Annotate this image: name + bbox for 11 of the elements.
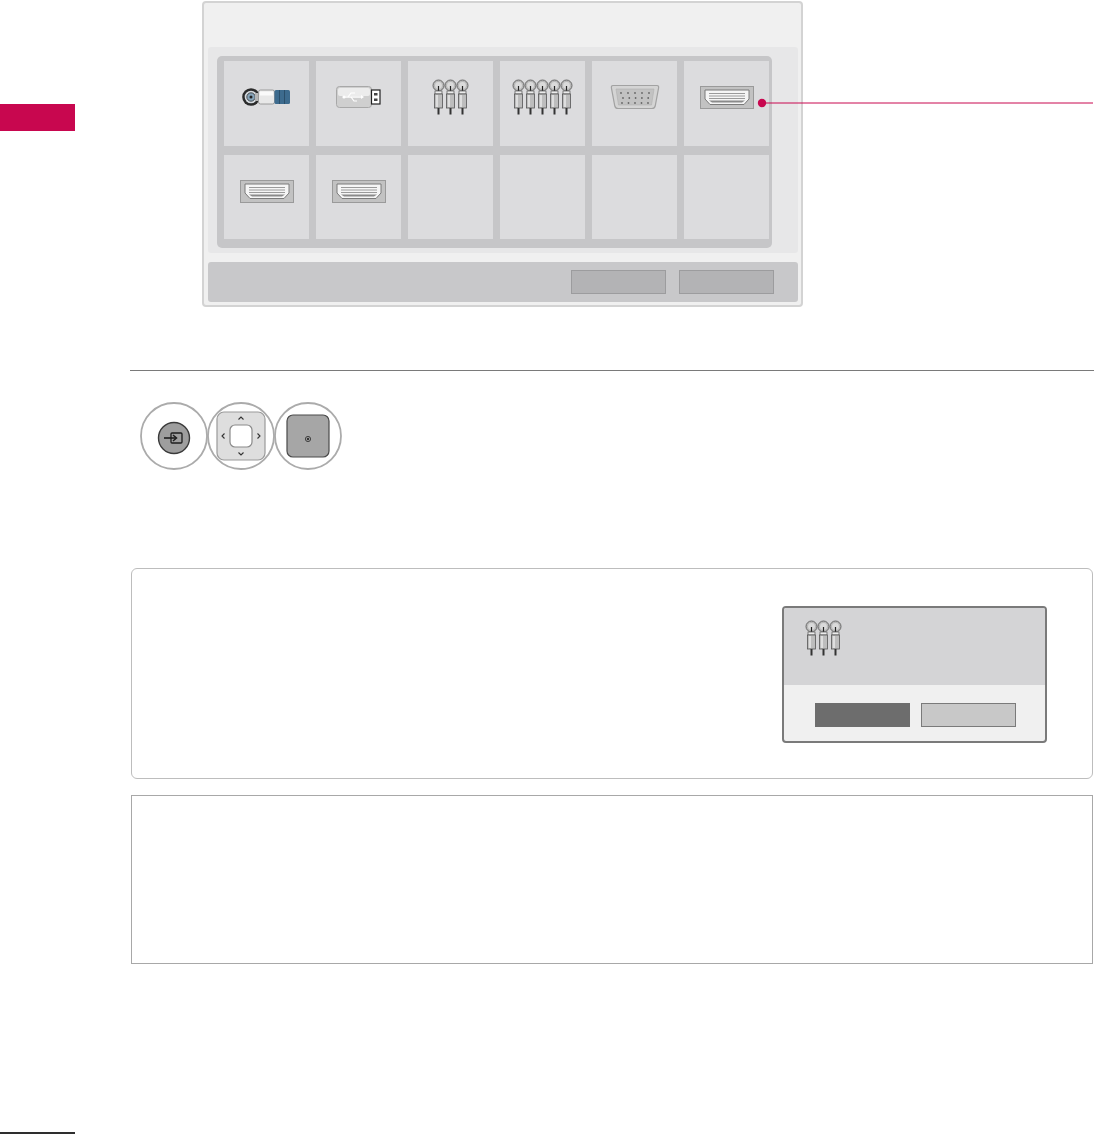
input-tile[interactable] [592,61,677,146]
input-tile[interactable] [316,155,401,239]
input-tile[interactable] [500,61,585,146]
menu-button[interactable] [571,270,666,294]
dialog-button[interactable] [921,703,1016,727]
input-tile[interactable] [224,61,309,146]
menu-button[interactable] [679,270,774,294]
input-tile[interactable] [684,61,769,146]
input-tile[interactable] [408,61,493,146]
input-tile[interactable] [316,61,401,146]
input-tile[interactable] [224,155,309,239]
